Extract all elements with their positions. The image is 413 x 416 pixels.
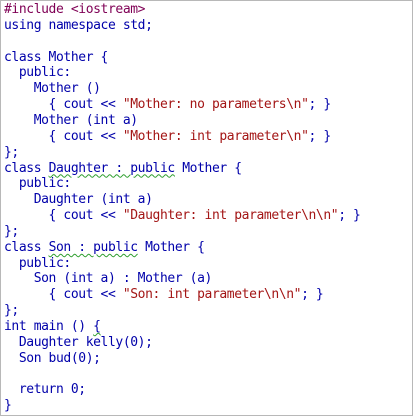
code-line: }; bbox=[4, 303, 19, 319]
code-token-squiggle: Daughter : public bbox=[48, 160, 176, 176]
code-line: class Mother { bbox=[4, 50, 108, 66]
code-token: { cout << bbox=[4, 208, 123, 224]
code-token: }; bbox=[4, 223, 19, 239]
code-line: { cout << "Daughter: int parameter\n\n";… bbox=[4, 208, 361, 224]
code-line: class Daughter : public Mother { bbox=[4, 161, 242, 177]
code-line: { cout << "Son: int parameter\n\n"; } bbox=[4, 287, 324, 303]
code-token: int main () bbox=[4, 319, 94, 334]
code-token: { cout << bbox=[4, 287, 123, 303]
code-token: Daughter (int a) bbox=[4, 192, 153, 208]
code-line: }; bbox=[4, 145, 19, 161]
code-line: Daughter (int a) bbox=[4, 192, 153, 208]
code-line: { cout << "Mother: int parameter\n"; } bbox=[4, 128, 332, 145]
code-editor[interactable]: #include <iostream> using namespace std; c… bbox=[0, 0, 413, 416]
code-line: public: bbox=[4, 176, 71, 192]
code-line: class Son : public Mother { bbox=[4, 240, 205, 256]
code-token: Daughter kelly(0); bbox=[4, 334, 153, 350]
code-token: public: bbox=[4, 255, 71, 271]
code-line: { cout << "Mother: no parameters\n"; } bbox=[4, 97, 332, 113]
code-line: return 0; bbox=[4, 382, 86, 398]
code-token: Mother { bbox=[174, 160, 242, 176]
code-line: Mother (int a) bbox=[4, 113, 138, 129]
code-line: Son (int a) : Mother (a) bbox=[4, 271, 213, 287]
code-token: class Mother { bbox=[4, 49, 108, 65]
code-token: "Son: int parameter\n\n" bbox=[122, 287, 302, 303]
code-line: int main () { bbox=[4, 319, 101, 335]
code-line: using namespace std; bbox=[4, 18, 153, 34]
code-token: { cout << bbox=[4, 128, 123, 144]
code-token: Mother { bbox=[137, 239, 205, 255]
code-token-squiggle: Son : public bbox=[48, 239, 139, 255]
code-token: ; } bbox=[338, 208, 361, 224]
code-token: "Daughter: int parameter\n\n" bbox=[122, 208, 339, 224]
code-token: "Mother: int parameter\n" bbox=[122, 128, 309, 144]
code-line: #include <iostream> bbox=[4, 2, 146, 18]
code-token: } bbox=[4, 398, 12, 414]
code-token: ; } bbox=[301, 287, 324, 303]
code-token: ; } bbox=[308, 97, 332, 113]
code-token-squiggle: { bbox=[93, 319, 101, 334]
code-token: }; bbox=[4, 303, 19, 319]
code-token: Son bud(0); bbox=[4, 350, 101, 366]
code-token: #include <iostream> bbox=[4, 2, 146, 17]
code-line: }; bbox=[4, 224, 19, 240]
code-token: using namespace std; bbox=[4, 17, 153, 33]
code-token: Son (int a) : Mother (a) bbox=[4, 271, 213, 287]
code-token: ; } bbox=[308, 128, 332, 144]
code-token: class bbox=[4, 160, 49, 176]
code-token: Mother (int a) bbox=[4, 112, 138, 128]
code-line: public: bbox=[4, 256, 71, 272]
code-token: "Mother: no parameters\n" bbox=[122, 97, 309, 113]
code-line: Daughter kelly(0); bbox=[4, 335, 153, 351]
code-token: return 0; bbox=[4, 382, 86, 398]
code-line: Mother () bbox=[4, 81, 101, 97]
code-token: class bbox=[4, 239, 49, 255]
code-token: { cout << bbox=[4, 97, 123, 113]
code-token: public: bbox=[4, 176, 71, 192]
code-line: } bbox=[4, 398, 12, 414]
code-token: Mother () bbox=[4, 81, 101, 97]
code-line: Son bud(0); bbox=[4, 351, 101, 367]
code-line: public: bbox=[4, 65, 71, 81]
code-token: }; bbox=[4, 144, 19, 160]
code-token: public: bbox=[4, 65, 71, 81]
